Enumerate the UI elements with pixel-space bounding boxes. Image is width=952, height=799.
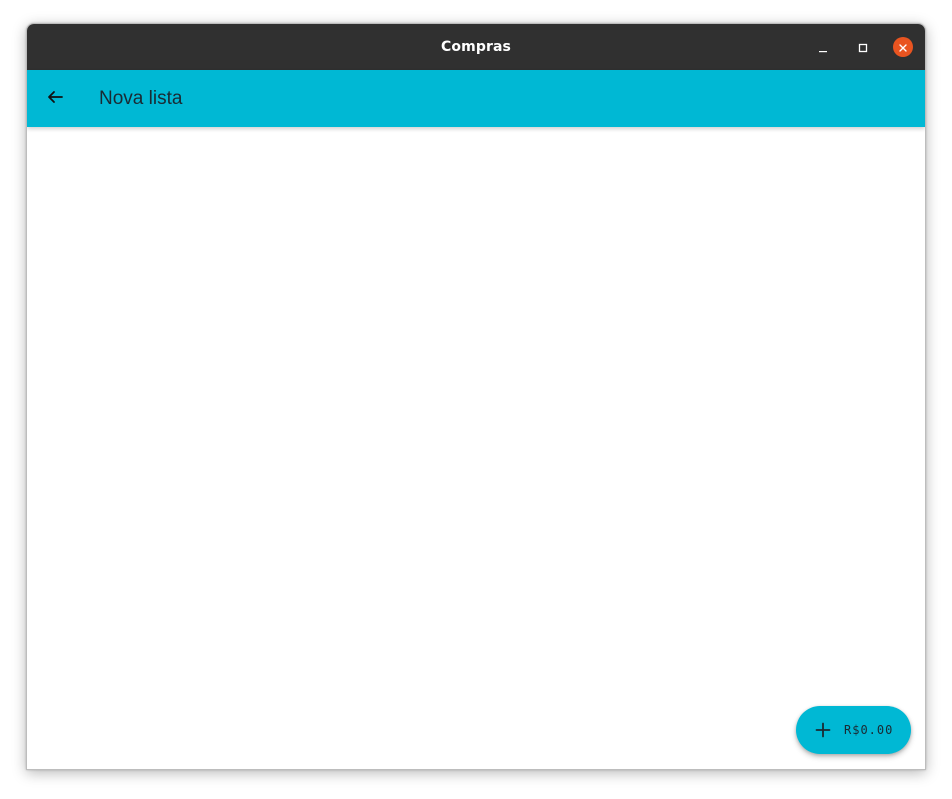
app-window: Compras Nova lista R$0.00 — [26, 23, 926, 770]
list-content-area — [27, 127, 925, 769]
back-button[interactable] — [27, 71, 83, 127]
minimize-icon — [818, 38, 828, 57]
maximize-icon — [858, 38, 868, 57]
total-amount-label: R$0.00 — [844, 723, 894, 737]
plus-icon — [814, 721, 832, 739]
window-controls — [813, 37, 913, 57]
close-button[interactable] — [893, 37, 913, 57]
app-bar: Nova lista — [27, 70, 925, 127]
page-title: Nova lista — [99, 87, 183, 109]
window-titlebar[interactable]: Compras — [27, 24, 925, 70]
close-icon — [898, 38, 908, 57]
add-item-button[interactable]: R$0.00 — [796, 706, 911, 754]
minimize-button[interactable] — [813, 37, 833, 57]
arrow-back-icon — [45, 87, 65, 111]
maximize-button[interactable] — [853, 37, 873, 57]
window-title: Compras — [441, 39, 511, 55]
